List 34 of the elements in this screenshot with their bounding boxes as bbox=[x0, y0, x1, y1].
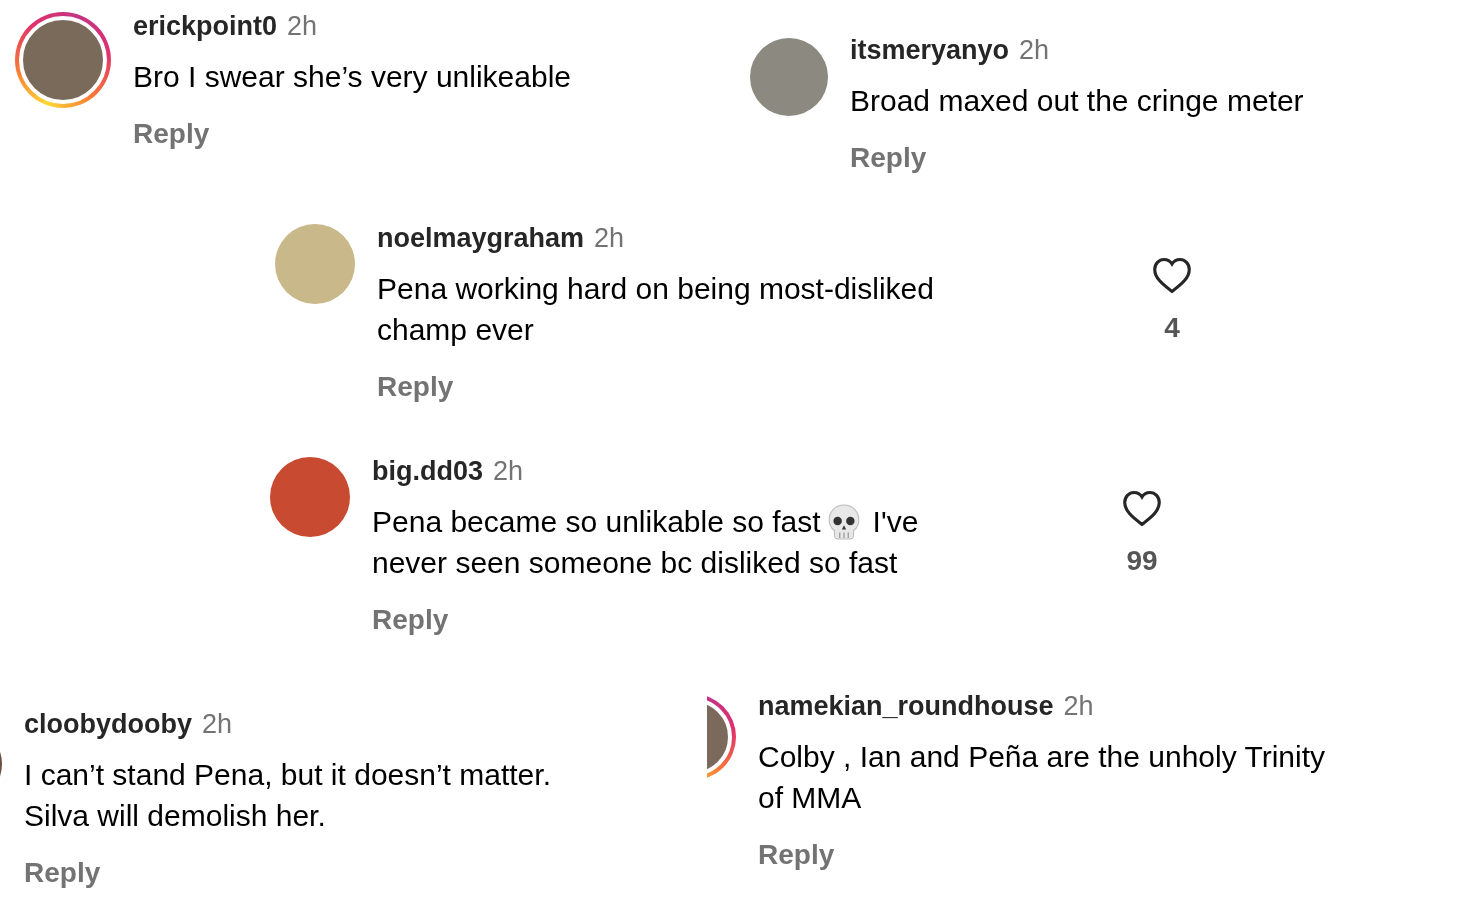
comment-text: Silva will demolish her. bbox=[24, 798, 326, 834]
comment-text: of MMA bbox=[758, 780, 862, 816]
comment-text: Pena working hard on being most-disliked bbox=[377, 271, 934, 307]
comment-text: champ ever bbox=[377, 312, 534, 348]
like-count: 99 bbox=[1126, 545, 1158, 577]
skull-icon bbox=[826, 503, 861, 540]
comment-text: I've bbox=[872, 504, 919, 540]
timestamp: 2h bbox=[1019, 34, 1050, 66]
like-count: 4 bbox=[1164, 312, 1180, 344]
reply-link[interactable]: Reply bbox=[850, 140, 927, 176]
username[interactable]: cloobydooby bbox=[24, 708, 192, 740]
comment-text: Pena became so unlikable so fast bbox=[372, 504, 821, 540]
reply-link[interactable]: Reply bbox=[372, 602, 449, 638]
reply-link[interactable]: Reply bbox=[133, 116, 210, 152]
comment-text: never seen someone bc disliked so fast bbox=[372, 545, 898, 581]
timestamp: 2h bbox=[1063, 690, 1094, 722]
comment-text: Bro I swear she’s very unlikeable bbox=[133, 59, 571, 95]
reply-link[interactable]: Reply bbox=[758, 837, 835, 873]
timestamp: 2h bbox=[202, 708, 233, 740]
heart-icon[interactable] bbox=[1151, 256, 1193, 294]
reply-link[interactable]: Reply bbox=[24, 855, 101, 891]
username[interactable]: itsmeryanyo bbox=[850, 34, 1010, 66]
username[interactable]: namekian_roundhouse bbox=[758, 690, 1054, 722]
comment-text: Colby , Ian and Peña are the unholy Trinity bbox=[758, 739, 1325, 775]
reply-link[interactable]: Reply bbox=[377, 369, 454, 405]
heart-icon[interactable] bbox=[1121, 489, 1163, 527]
timestamp: 2h bbox=[287, 10, 318, 42]
comment-text: Broad maxed out the cringe meter bbox=[850, 83, 1304, 119]
username[interactable]: erickpoint0 bbox=[133, 10, 278, 42]
comment-text: I can’t stand Pena, but it doesn’t matter. bbox=[24, 757, 551, 793]
username[interactable]: big.dd03 bbox=[372, 455, 483, 487]
username[interactable]: noelmaygraham bbox=[377, 222, 585, 254]
timestamp: 2h bbox=[594, 222, 625, 254]
timestamp: 2h bbox=[493, 455, 524, 487]
